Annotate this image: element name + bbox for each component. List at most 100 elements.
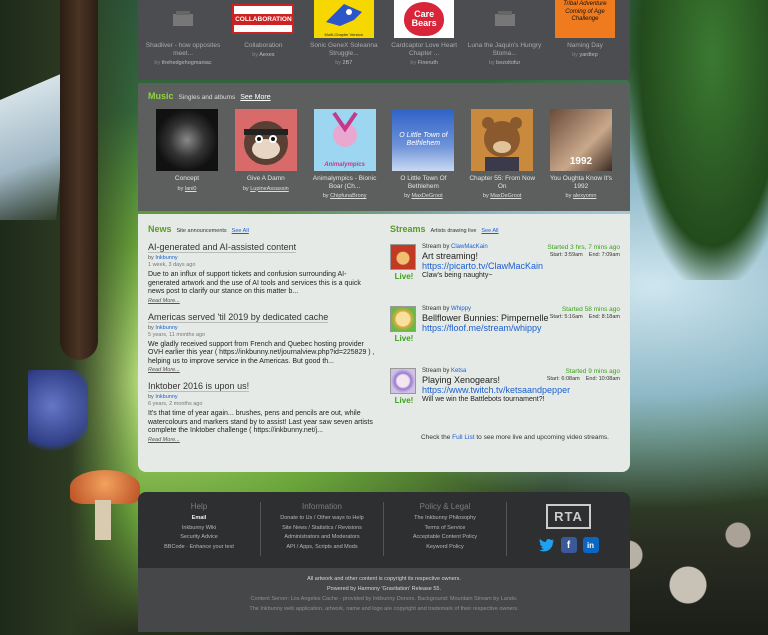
news-title[interactable]: Inktober 2016 is upon us!	[148, 381, 250, 392]
twitter-icon[interactable]	[538, 537, 555, 553]
author-link[interactable]: MaxDeGroot	[490, 193, 521, 199]
background-mushroom-stem	[95, 500, 111, 540]
top-submission[interactable]: Shadilver - how opposites meet... by the…	[144, 0, 222, 80]
footer-link-admins[interactable]: Administrators and Moderators	[261, 533, 383, 543]
author-link[interactable]: alexyomn	[573, 193, 597, 199]
avatar[interactable]	[390, 244, 416, 270]
author-link[interactable]: yardtep	[579, 52, 597, 58]
music-thumbnail[interactable]: 1992	[549, 109, 612, 171]
music-item[interactable]: Chapter 55: From Now On by MaxDeGroot	[467, 109, 537, 199]
author-link[interactable]: MaxDeGroot	[411, 193, 442, 199]
footer-link-acp[interactable]: Acceptable Content Policy	[384, 533, 506, 543]
top-submission[interactable]: Tribal Adventure Coming of Age Challenge…	[546, 0, 624, 80]
author-link[interactable]: Inkbunny	[155, 325, 177, 331]
music-thumbnail[interactable]: Animalympics	[313, 109, 376, 171]
submission-thumbnail[interactable]: Care Bears	[394, 0, 455, 38]
linkedin-icon[interactable]: in	[582, 537, 599, 553]
music-item[interactable]: 1992 You Oughta Know It's 1992 by alexyo…	[546, 109, 616, 199]
facebook-icon[interactable]: f	[560, 537, 577, 553]
facebook-glyph: f	[566, 539, 571, 551]
stream-link[interactable]: https://www.twitch.tv/ketsaandpepper	[422, 385, 620, 395]
footer-link-news[interactable]: Site News / Statistics / Revisions	[261, 524, 383, 534]
top-submission[interactable]: Care Bears Cardcaptor Love Heart Chapter…	[385, 0, 463, 80]
music-thumbnail[interactable]: O Little Town of Bethlehem	[392, 109, 455, 171]
music-heading[interactable]: Music	[148, 91, 174, 101]
music-title[interactable]: Give A Damn	[231, 175, 301, 183]
full-list-link[interactable]: Full List	[452, 434, 474, 441]
submission-thumbnail[interactable]: COLLABORATION	[232, 0, 295, 38]
news-column: News Site announcements See All AI-gener…	[148, 224, 384, 472]
footer-link-donate[interactable]: Donate to Us / Other ways to Help	[261, 514, 383, 524]
author-link[interactable]: lani0	[185, 186, 197, 192]
author-link[interactable]: Whippy	[451, 306, 471, 312]
music-see-more-link[interactable]: See More	[240, 94, 270, 101]
music-item[interactable]: O Little Town of Bethlehem O Little Town…	[388, 109, 458, 199]
news-see-all-link[interactable]: See All	[232, 228, 249, 234]
music-author: by MaxDeGroot	[482, 193, 522, 199]
news-timestamp: 6 years, 2 months ago	[148, 401, 203, 407]
music-thumbnail[interactable]	[156, 109, 218, 171]
footer-link-api[interactable]: API / Apps, Scripts and Mods	[261, 543, 383, 553]
music-title[interactable]: Chapter 55: From Now On	[467, 175, 537, 190]
music-item[interactable]: Give A Damn by LupineAssassin	[231, 109, 301, 199]
music-author: by lani0	[177, 185, 197, 192]
read-more-link[interactable]: Read More...	[148, 367, 376, 373]
top-submissions-strip: Shadilver - how opposites meet... by the…	[138, 0, 630, 80]
submission-title[interactable]: Naming Day	[546, 42, 624, 50]
avatar[interactable]	[390, 368, 416, 394]
music-item[interactable]: Concept by lani0	[152, 109, 222, 199]
footer-link-bbcode[interactable]: BBCode · Enhance your text	[138, 543, 260, 553]
submission-thumbnail[interactable]	[153, 0, 213, 38]
placeholder-icon	[173, 11, 193, 26]
footer-link-security[interactable]: Security Advice	[138, 533, 260, 543]
stream-link[interactable]: https://picarto.tv/ClawMacKain	[422, 261, 620, 271]
rta-logo[interactable]: RTA	[546, 504, 591, 529]
streams-see-all-link[interactable]: See All	[481, 228, 498, 234]
news-title[interactable]: Americas served 'til 2019 by dedicated c…	[148, 312, 329, 323]
submission-thumbnail[interactable]	[475, 0, 535, 38]
avatar[interactable]	[390, 306, 416, 332]
footer-link-keyword[interactable]: Keyword Policy	[384, 543, 506, 553]
footer-link-wiki[interactable]: Inkbunny Wiki	[138, 524, 260, 534]
author-link[interactable]: Inkbunny	[155, 394, 177, 400]
author-link[interactable]: ChipfunaBrony	[330, 193, 366, 199]
submission-thumbnail[interactable]: Tribal Adventure Coming of Age Challenge	[554, 0, 615, 38]
author-link[interactable]: thehedgehogmaniac	[162, 60, 212, 66]
music-item[interactable]: Animalympics Animalympics - Bionic Boar …	[310, 109, 380, 199]
top-submission[interactable]: COLLABORATION Collaboration by Aexes	[224, 0, 302, 80]
author-link[interactable]: 2B7	[343, 60, 353, 66]
footer-link-philosophy[interactable]: The Inkbunny Philosophy	[384, 514, 506, 524]
author-link[interactable]: ClawMacKain	[451, 244, 488, 250]
trademark-note: The Inkbunny web application, artwork, n…	[249, 606, 519, 612]
news-title[interactable]: AI-generated and AI-assisted content	[148, 242, 297, 253]
submission-title[interactable]: Cardcaptor Love Heart Chapter ...	[385, 42, 463, 58]
music-thumbnail[interactable]	[234, 109, 297, 171]
news-heading[interactable]: News	[148, 224, 172, 234]
thumbnail-text: Care Bears	[404, 2, 445, 36]
top-submission[interactable]: Multi-Chapter Version Sonic GeneX Solean…	[305, 0, 383, 80]
read-more-link[interactable]: Read More...	[148, 298, 376, 304]
author-link[interactable]: Aexes	[259, 52, 274, 58]
music-title[interactable]: You Oughta Know It's 1992	[546, 175, 616, 190]
submission-title[interactable]: Collaboration	[224, 42, 302, 50]
music-title[interactable]: Animalympics - Bionic Boar (Ch...	[310, 175, 380, 190]
top-submission[interactable]: Luna the Jaquin's Hungry Stoma... by bez…	[466, 0, 544, 80]
music-title[interactable]: O Little Town Of Bethlehem	[388, 175, 458, 190]
read-more-link[interactable]: Read More...	[148, 437, 376, 443]
streams-heading[interactable]: Streams	[390, 224, 426, 234]
submission-title[interactable]: Shadilver - how opposites meet...	[144, 42, 222, 58]
footer-link-email[interactable]: Email	[138, 514, 260, 524]
author-link[interactable]: Inkbunny	[155, 255, 177, 261]
submission-thumbnail[interactable]: Multi-Chapter Version	[313, 0, 374, 38]
start-time: 5:16am	[564, 314, 583, 320]
author-link[interactable]: Fineruth	[418, 60, 438, 66]
stream-link[interactable]: https://floof.me/stream/whippy	[422, 323, 620, 333]
author-link[interactable]: bezoitofur	[496, 60, 520, 66]
music-thumbnail[interactable]	[471, 109, 534, 171]
submission-title[interactable]: Luna the Jaquin's Hungry Stoma...	[466, 42, 544, 58]
submission-title[interactable]: Sonic GeneX Soleanna Struggle...	[305, 42, 383, 58]
author-link[interactable]: LupineAssassin	[250, 186, 289, 192]
footer-link-tos[interactable]: Terms of Service	[384, 524, 506, 534]
music-title[interactable]: Concept	[152, 175, 222, 183]
author-link[interactable]: Ketsa	[451, 368, 466, 374]
